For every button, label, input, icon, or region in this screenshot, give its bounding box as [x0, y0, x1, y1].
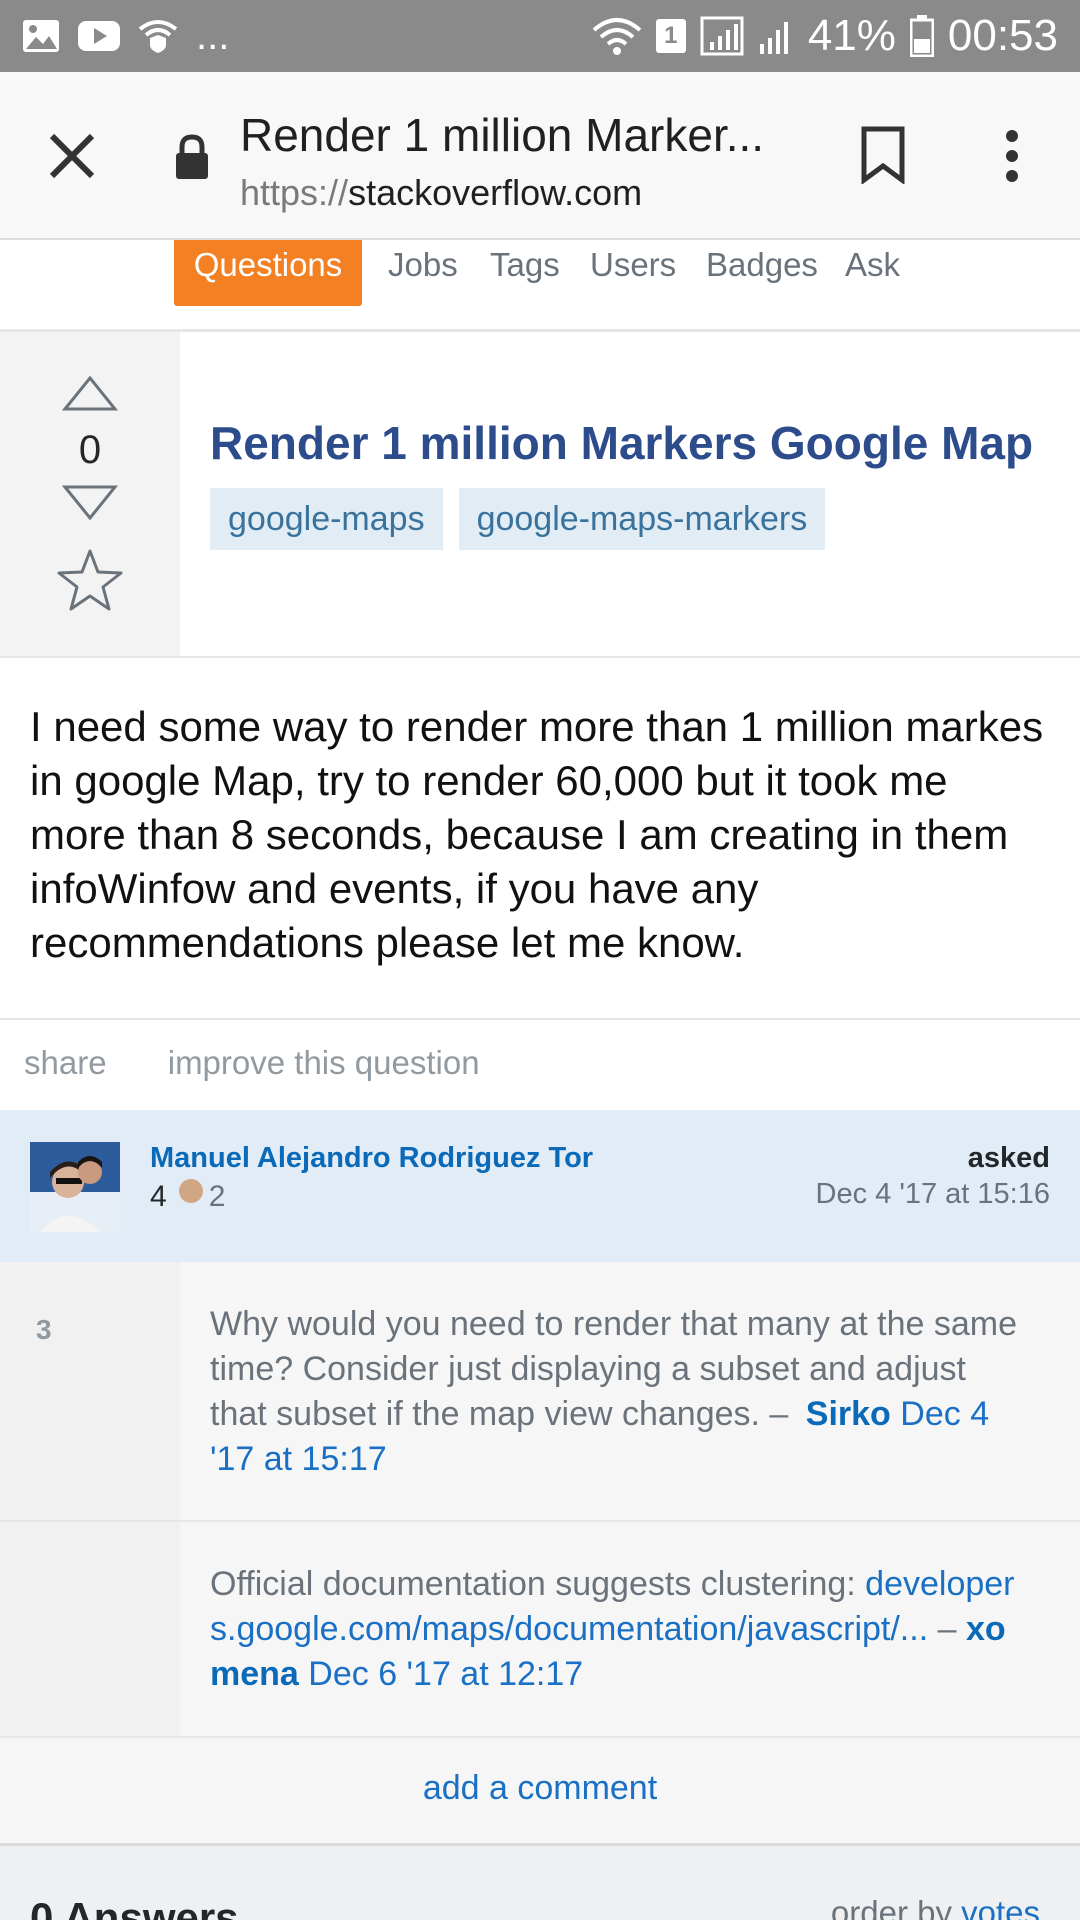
signal-icon — [700, 16, 744, 56]
share-link[interactable]: share — [24, 1044, 107, 1081]
browser-toolbar: Render 1 million Marker... https://stack… — [0, 72, 1080, 240]
nav-tags[interactable]: Tags — [490, 246, 560, 284]
signal-2-icon — [759, 22, 788, 54]
question-header: 0 Render 1 million Markers Google Map go… — [0, 332, 1080, 658]
upvote-icon[interactable] — [62, 374, 118, 412]
url-scheme: https:// — [240, 172, 349, 213]
answers-count: 0 Answers — [30, 1894, 239, 1920]
url-host: stackoverflow.com — [348, 172, 643, 213]
comment-body: Official documentation suggests clusteri… — [210, 1565, 856, 1603]
more-vert-icon[interactable] — [994, 128, 1030, 184]
nav-users[interactable]: Users — [590, 246, 676, 284]
comment: Official documentation suggests clusteri… — [0, 1522, 1080, 1738]
comment: 3 Why would you need to render that many… — [0, 1262, 1080, 1522]
vote-column: 0 — [0, 332, 180, 656]
avatar[interactable] — [30, 1142, 120, 1232]
lock-icon[interactable] — [174, 134, 210, 180]
comment-score: 3 — [36, 1314, 52, 1345]
comment-body: Why would you need to render that many a… — [210, 1305, 1018, 1433]
asker-reputation-row: 4 2 — [150, 1179, 226, 1214]
comment-text: Why would you need to render that many a… — [210, 1302, 1030, 1482]
comment-date[interactable]: Dec 6 '17 at 12:17 — [308, 1655, 583, 1693]
question-body: I need some way to render more than 1 mi… — [30, 703, 1044, 966]
status-more: ... — [196, 14, 230, 58]
nav-jobs[interactable]: Jobs — [388, 246, 458, 284]
order-by-label: order by — [830, 1894, 952, 1920]
reputation: 4 — [150, 1180, 167, 1213]
clock: 00:53 — [947, 11, 1058, 60]
comment-score-column: 3 — [0, 1262, 180, 1520]
comment-score-column — [0, 1522, 180, 1736]
battery-percent: 41% — [807, 11, 896, 60]
comment-separator: – — [937, 1610, 957, 1648]
improve-question-link[interactable]: improve this question — [168, 1044, 480, 1081]
nav-badges[interactable]: Badges — [706, 246, 818, 284]
question-actions: share improve this question — [24, 1044, 532, 1082]
nav-questions[interactable]: Questions — [174, 240, 362, 306]
answers-header: 0 Answers order by votes — [0, 1846, 1080, 1920]
image-icon — [23, 20, 59, 52]
url-bar[interactable]: https://stackoverflow.com — [240, 172, 642, 214]
asker-card: Manuel Alejandro Rodriguez Tor 4 2 asked… — [0, 1110, 1080, 1262]
comment-text: Official documentation suggests clusteri… — [210, 1562, 1030, 1697]
favorite-star-icon[interactable] — [56, 548, 124, 612]
asker-name[interactable]: Manuel Alejandro Rodriguez Tor — [150, 1142, 593, 1175]
order-by-votes[interactable]: votes — [961, 1894, 1040, 1920]
close-icon[interactable] — [44, 128, 100, 184]
asked-date: Dec 4 '17 at 15:16 — [815, 1178, 1050, 1210]
wifi-shield-icon — [138, 20, 178, 53]
battery-icon — [909, 15, 934, 57]
page-title: Render 1 million Marker... — [240, 109, 765, 161]
vote-count: 0 — [78, 428, 102, 472]
asked-label: asked — [967, 1142, 1050, 1174]
add-comment-link[interactable]: add a comment — [0, 1738, 1080, 1846]
youtube-icon — [78, 21, 120, 51]
tag-list: google-maps google-maps-markers — [210, 488, 826, 550]
tag-google-maps-markers[interactable]: google-maps-markers — [458, 488, 826, 550]
comment-user[interactable]: Sirko — [806, 1395, 891, 1433]
bronze-badge-count: 2 — [208, 1180, 226, 1213]
question-title[interactable]: Render 1 million Markers Google Map — [210, 416, 1033, 470]
site-nav: Questions Jobs Tags Users Badges Ask — [0, 240, 1080, 332]
nav-ask[interactable]: Ask — [845, 246, 900, 284]
downvote-icon[interactable] — [62, 484, 118, 522]
order-by: order by votes — [831, 1894, 1040, 1920]
bronze-badge-icon — [178, 1179, 203, 1203]
tag-google-maps[interactable]: google-maps — [210, 488, 443, 550]
wifi-icon — [592, 18, 642, 55]
sim-indicator: 1 — [655, 19, 686, 53]
divider — [0, 1018, 1080, 1020]
bookmark-icon[interactable] — [860, 126, 906, 184]
status-bar: ... 1 41% 00:53 — [0, 0, 1080, 72]
